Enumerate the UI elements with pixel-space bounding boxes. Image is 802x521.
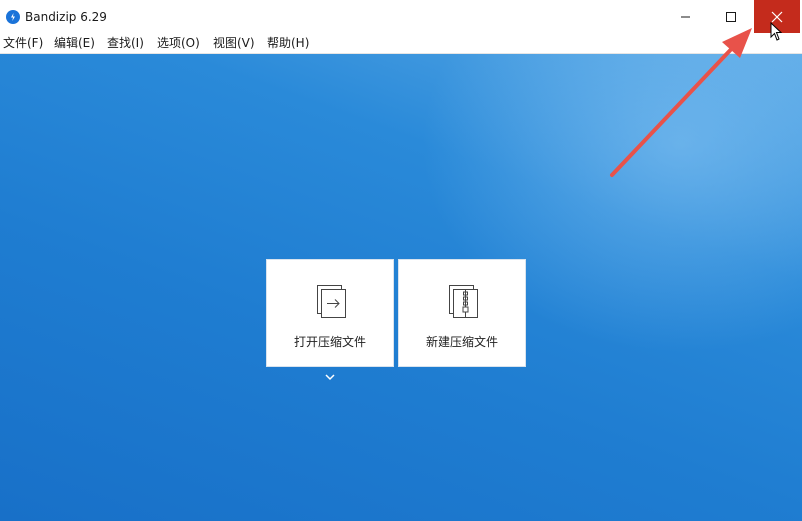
maximize-icon [726,12,736,22]
new-archive-label: 新建压缩文件 [425,335,498,349]
menu-edit[interactable]: 编辑(E) [54,35,95,51]
menu-options[interactable]: 选项(O) [157,35,200,51]
bandizip-window: Bandizip 6.29 文件(F) 编辑(E) 查找(I) 选项(O) 视图… [0,0,802,521]
menu-find[interactable]: 查找(I) [107,35,144,51]
minimize-icon [681,16,690,18]
main-area: 打开压缩文件 新建压缩文件 [0,54,802,521]
mouse-cursor-icon [770,22,782,41]
menu-view[interactable]: 视图(V) [213,35,255,51]
chevron-down-icon[interactable] [324,372,336,382]
new-archive-button[interactable]: 新建压缩文件 [398,259,526,367]
menu-help[interactable]: 帮助(H) [267,35,309,51]
maximize-button[interactable] [708,0,754,33]
open-archive-button[interactable]: 打开压缩文件 [266,259,394,367]
title-bar[interactable]: Bandizip 6.29 [0,0,802,33]
open-archive-label: 打开压缩文件 [293,335,366,349]
minimize-button[interactable] [662,0,708,33]
window-title: Bandizip 6.29 [25,10,107,24]
menu-file[interactable]: 文件(F) [3,35,43,51]
open-archive-icon [317,285,346,318]
new-archive-icon [449,285,478,318]
menu-bar: 文件(F) 编辑(E) 查找(I) 选项(O) 视图(V) 帮助(H) [0,33,802,54]
bandizip-logo-icon [6,10,20,24]
